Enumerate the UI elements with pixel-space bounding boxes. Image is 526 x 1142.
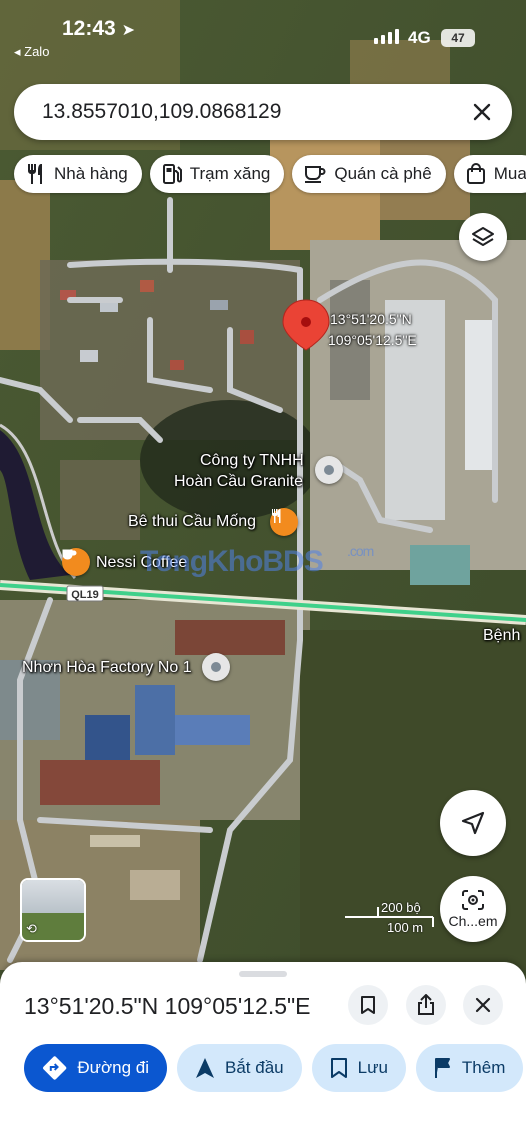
status-time: 12:43 ➤ <box>62 17 135 40</box>
coffee-cup-icon <box>305 166 326 183</box>
chip-label: Nhà hàng <box>54 164 128 183</box>
bookmark-icon <box>361 996 375 1014</box>
share-icon <box>418 994 434 1015</box>
scale-metric: 100 m <box>387 920 424 935</box>
start-button[interactable]: Bắt đầu <box>177 1044 302 1092</box>
flag-icon <box>434 1058 450 1078</box>
network-type: 4G <box>408 28 431 47</box>
camera-lens-icon <box>462 890 484 910</box>
more-button[interactable]: Thêm <box>415 1044 524 1092</box>
directions-icon <box>43 1056 67 1080</box>
map-pin-icon[interactable] <box>315 456 343 484</box>
dropped-pin-lat-label: 13°51'20.5"N <box>330 311 412 327</box>
street-view-thumbnail[interactable]: ⟲ <box>20 878 86 942</box>
shopping-bag-icon <box>466 163 485 184</box>
chip-label: Mua <box>493 164 526 183</box>
save-button[interactable] <box>348 985 388 1025</box>
chip-shopping[interactable]: Mua <box>453 155 526 193</box>
chip-gas-stations[interactable]: Trạm xăng <box>149 155 285 193</box>
dropped-pin-lon-label: 109°05'12.5"E <box>328 332 417 348</box>
poi-hoan-cau-line2[interactable]: Hoàn Cầu Granite <box>174 472 303 492</box>
signal-strength-icon <box>374 28 399 44</box>
close-icon <box>475 997 491 1013</box>
chip-restaurants[interactable]: Nhà hàng <box>14 155 142 193</box>
place-bottom-sheet[interactable]: 13°51'20.5"N 109°05'12.5"E Đường đi Bắt … <box>0 962 526 1142</box>
coffee-icon[interactable] <box>62 548 90 576</box>
lens-button[interactable]: Ch...em <box>440 876 506 942</box>
poi-nhon-hoa-factory[interactable]: Nhơn Hòa Factory No 1 <box>22 658 192 678</box>
directions-button[interactable]: Đường đi <box>24 1044 167 1092</box>
category-chips: Nhà hàng Trạm xăng Quán cà phê Mua <box>14 155 526 193</box>
share-button[interactable] <box>406 985 446 1025</box>
place-title: 13°51'20.5"N 109°05'12.5"E <box>24 993 311 1019</box>
start-label: Bắt đầu <box>225 1058 284 1077</box>
lens-label: Ch...em <box>448 913 498 929</box>
search-query[interactable]: 13.8557010,109.0868129 <box>42 100 468 124</box>
more-label: Thêm <box>461 1058 506 1077</box>
gas-station-icon <box>162 164 182 184</box>
save-label: Lưu <box>357 1058 388 1077</box>
map-pin-icon[interactable] <box>202 653 230 681</box>
back-to-app-link[interactable]: ◂ Zalo <box>14 44 49 60</box>
restaurant-icon[interactable] <box>270 508 298 536</box>
navigation-arrow-icon <box>196 1058 214 1078</box>
battery-icon: 47 <box>441 29 475 47</box>
map-scale: 200 bộ 100 m <box>345 897 435 937</box>
rotate-360-icon: ⟲ <box>26 921 37 936</box>
clear-search-icon[interactable] <box>468 98 496 126</box>
scale-imperial: 200 bộ <box>381 900 421 915</box>
search-bar[interactable]: 13.8557010,109.0868129 <box>14 84 512 140</box>
poi-benh-partial[interactable]: Bệnh <box>483 626 520 646</box>
chip-coffee[interactable]: Quán cà phê <box>292 155 446 193</box>
navigation-arrow-icon <box>461 811 485 835</box>
status-bar: 12:43 ➤ ◂ Zalo 4G 47 <box>0 0 526 60</box>
action-buttons-row: Đường đi Bắt đầu Lưu Thêm <box>24 1044 524 1092</box>
chip-label: Quán cà phê <box>334 164 432 183</box>
layers-icon <box>472 227 494 246</box>
bookmark-icon <box>330 1058 347 1078</box>
sheet-drag-handle[interactable] <box>239 971 287 977</box>
fork-knife-icon <box>28 164 42 184</box>
watermark-logo: TongKhoBDS .com <box>140 543 374 578</box>
highway-shield-label: QL19 <box>71 589 99 601</box>
layers-button[interactable] <box>459 213 507 261</box>
poi-hoan-cau-line1[interactable]: Công ty TNHH <box>200 451 304 471</box>
close-button[interactable] <box>463 985 503 1025</box>
my-location-button[interactable] <box>440 790 506 856</box>
poi-be-thui-cau-mong[interactable]: Bê thui Cầu Mống <box>128 512 256 532</box>
save-place-button[interactable]: Lưu <box>311 1044 406 1092</box>
directions-label: Đường đi <box>77 1058 149 1077</box>
chip-label: Trạm xăng <box>189 164 271 183</box>
